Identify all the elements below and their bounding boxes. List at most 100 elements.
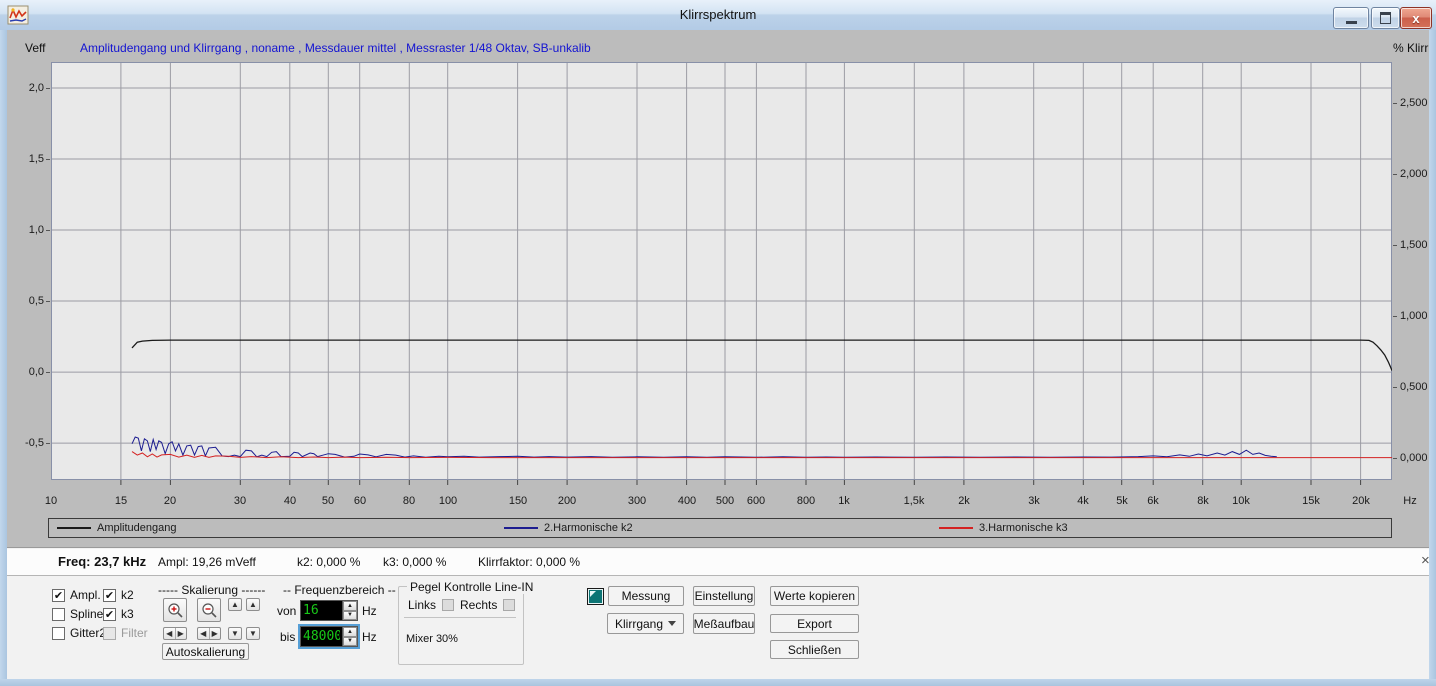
spline-checkbox[interactable]	[52, 608, 65, 621]
autoskalierung-button[interactable]: Autoskalierung	[162, 643, 249, 660]
y-right-tick-label: 0,500	[1400, 381, 1428, 393]
x-tick-label: 20	[164, 495, 176, 507]
status-bar: Freq: 23,7 kHz Ampl: 19,26 mVeff k2: 0,0…	[7, 549, 1429, 576]
y-left-tick-mark	[46, 372, 50, 373]
legend-item-k3: 3.Harmonische k3	[939, 521, 1068, 535]
arrow-up-icon: ▲	[231, 601, 239, 609]
links-label: Links	[408, 598, 436, 612]
spline-checkbox-row[interactable]: Spline	[52, 607, 103, 621]
spinner-up-icon[interactable]: ▲	[343, 601, 357, 611]
von-field-group[interactable]: ▲ ▼	[300, 600, 358, 621]
x-tick-label: 4k	[1077, 495, 1089, 507]
x-tick-label: 50	[322, 495, 334, 507]
von-spinner[interactable]: ▲ ▼	[342, 601, 357, 620]
export-button[interactable]: Export	[770, 614, 859, 633]
gitter2-checkbox-row[interactable]: Gitter2	[52, 626, 106, 640]
ampl-checkbox[interactable]: ✔	[52, 589, 65, 602]
status-freq: Freq: 23,7 kHz	[58, 554, 146, 569]
status-k3: k3: 0,000 %	[383, 555, 446, 569]
messaufbau-button[interactable]: Meßaufbau	[693, 613, 755, 634]
y-left-tick-mark	[46, 159, 50, 160]
app-window: Klirrspektrum x Veff Amplitudengang und …	[0, 0, 1436, 686]
k3-line-swatch	[939, 527, 973, 529]
spinner-down-icon[interactable]: ▼	[343, 637, 357, 647]
werte-kopieren-button[interactable]: Werte kopieren	[770, 586, 859, 606]
gitter2-checkbox[interactable]	[52, 627, 65, 640]
x-tick-label: 10k	[1232, 495, 1250, 507]
filter-checkbox	[103, 627, 116, 640]
x-tick-label: 6k	[1147, 495, 1159, 507]
close-icon: x	[1412, 12, 1419, 25]
bis-field-group[interactable]: ▲ ▼	[300, 626, 358, 647]
y-right-tick-label: 2,500	[1400, 97, 1428, 109]
status-ampl: Ampl: 19,26 mVeff	[158, 555, 256, 569]
maximize-button[interactable]	[1371, 7, 1400, 29]
scale-down-button-1[interactable]: ▼	[228, 627, 242, 640]
title-bar[interactable]: Klirrspektrum x	[0, 0, 1436, 31]
arrow-left-icon[interactable]: ◀	[164, 628, 176, 639]
von-label: von	[277, 604, 296, 618]
k2-checkbox[interactable]: ✔	[103, 589, 116, 602]
k3-checkbox[interactable]: ✔	[103, 608, 116, 621]
x-tick-label: 15	[115, 495, 127, 507]
x-tick-label: 100	[439, 495, 457, 507]
messung-button[interactable]: Messung	[608, 586, 684, 606]
y-right-tick-mark	[1393, 458, 1397, 459]
rechts-checkbox-row[interactable]: Rechts	[460, 598, 520, 612]
rechts-checkbox[interactable]	[503, 599, 515, 611]
maximize-icon	[1380, 12, 1391, 24]
schliessen-button[interactable]: Schließen	[770, 640, 859, 659]
spinner-up-icon[interactable]: ▲	[343, 627, 357, 637]
arrow-right-icon[interactable]: ▶	[176, 628, 187, 639]
x-tick-label: 2k	[958, 495, 970, 507]
filter-checkbox-label: Filter	[121, 626, 148, 640]
von-unit: Hz	[362, 604, 377, 618]
y-left-tick-label: 1,5	[6, 153, 44, 165]
x-tick-label: 20k	[1352, 495, 1370, 507]
arrow-left-icon[interactable]: ◀	[198, 628, 210, 639]
arrow-up-icon: ▲	[249, 601, 257, 609]
scale-up-button-1[interactable]: ▲	[228, 598, 242, 611]
minimize-icon	[1346, 21, 1357, 24]
x-tick-label: 200	[558, 495, 576, 507]
ampl-checkbox-label: Ampl.	[70, 588, 101, 602]
y-left-tick-mark	[46, 301, 50, 302]
scale-down-button-2[interactable]: ▼	[246, 627, 260, 640]
bis-spinner[interactable]: ▲ ▼	[342, 627, 357, 646]
bis-input[interactable]	[301, 627, 342, 646]
spinner-down-icon[interactable]: ▼	[343, 611, 357, 621]
y-left-tick-label: 0,0	[6, 366, 44, 378]
chevron-down-icon	[668, 621, 676, 626]
scale-up-button-2[interactable]: ▲	[246, 598, 260, 611]
zoom-in-button[interactable]	[163, 598, 187, 622]
pegel-kontrolle-title: Pegel Kontrolle Line-IN	[407, 580, 536, 594]
zoom-in-icon	[167, 602, 184, 619]
plot-canvas[interactable]	[51, 62, 1392, 486]
status-k2: k2: 0,000 %	[297, 555, 360, 569]
ampl-checkbox-row[interactable]: ✔ Ampl.	[52, 588, 101, 602]
x-tick-label: 400	[678, 495, 696, 507]
pan-left-right-1[interactable]: ◀ ▶	[163, 627, 187, 640]
k3-checkbox-row[interactable]: ✔ k3	[103, 607, 134, 621]
spline-checkbox-label: Spline	[70, 607, 103, 621]
arrow-right-icon[interactable]: ▶	[210, 628, 221, 639]
gitter2-checkbox-label: Gitter2	[70, 626, 106, 640]
window-frame-bottom	[0, 679, 1436, 686]
links-checkbox[interactable]	[442, 599, 454, 611]
k2-checkbox-row[interactable]: ✔ k2	[103, 588, 134, 602]
y-right-tick-label: 1,000	[1400, 310, 1428, 322]
links-checkbox-row[interactable]: Links	[408, 598, 459, 612]
close-button[interactable]: x	[1400, 7, 1432, 29]
minimize-button[interactable]	[1333, 7, 1369, 29]
y-left-tick-mark	[46, 88, 50, 89]
x-tick-label: 15k	[1302, 495, 1320, 507]
y-left-tick-label: 1,0	[6, 224, 44, 236]
von-input[interactable]	[301, 601, 342, 620]
klirrgang-selected-value: Klirrgang	[615, 617, 663, 631]
right-axis-unit: % Klirr	[1393, 41, 1428, 55]
einstellung-button[interactable]: Einstellung	[693, 586, 755, 606]
zoom-out-button[interactable]	[197, 598, 221, 622]
status-close-icon[interactable]: ×	[1415, 552, 1436, 569]
pan-left-right-2[interactable]: ◀ ▶	[197, 627, 221, 640]
klirrgang-dropdown[interactable]: Klirrgang	[607, 613, 684, 634]
